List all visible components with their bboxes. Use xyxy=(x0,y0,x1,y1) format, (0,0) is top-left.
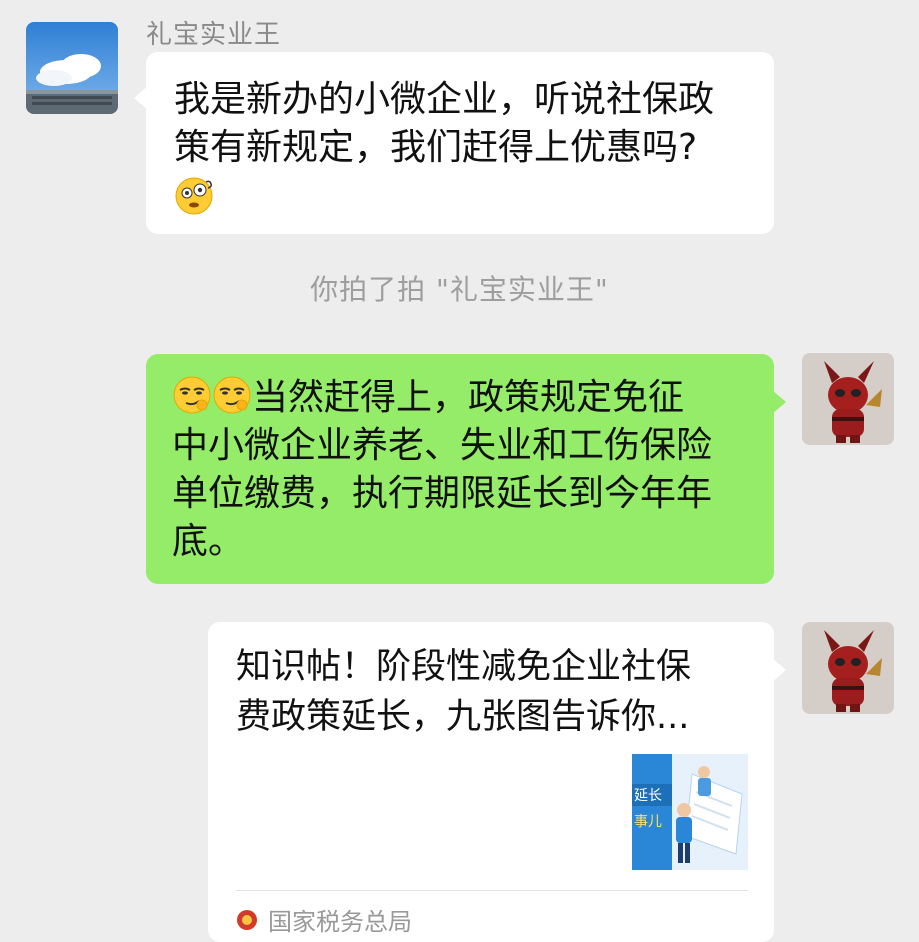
thumbnail-text: 事儿 xyxy=(634,814,662,830)
shared-article-card[interactable]: 知识帖！阶段性减免企业社保 费政策延长，九张图告诉你... 延长 事儿 国家税务… xyxy=(208,622,786,942)
article-title-line: 费政策延长，九张图告诉你... xyxy=(236,697,690,737)
article-source: 国家税务总局 xyxy=(236,902,412,937)
my-avatar[interactable] xyxy=(802,622,894,714)
smirk-face-emoji-icon xyxy=(172,375,212,415)
emblem-icon xyxy=(236,909,258,931)
thinking-face-emoji-icon xyxy=(174,176,214,216)
message-text-line: 当然赶得上，政策规定免征 xyxy=(252,377,685,418)
sender-name: 礼宝实业王 xyxy=(146,20,282,50)
message-text-line: 我是新办的小微企业，听说社保政 xyxy=(174,79,715,120)
incoming-message-bubble[interactable]: 我是新办的小微企业，听说社保政 策有新规定，我们赶得上优惠吗? xyxy=(134,52,774,234)
thumbnail-text: 延长 xyxy=(634,788,662,804)
article-title: 知识帖！阶段性减免企业社保 费政策延长，九张图告诉你... xyxy=(236,642,746,742)
article-title-line: 知识帖！阶段性减免企业社保 xyxy=(236,647,692,687)
card-divider xyxy=(236,890,748,891)
message-text-line: 底。 xyxy=(172,521,245,562)
outgoing-message-bubble[interactable]: 当然赶得上，政策规定免征 中小微企业养老、失业和工伤保险 单位缴费，执行期限延长… xyxy=(146,354,786,584)
message-text-line: 策有新规定，我们赶得上优惠吗? xyxy=(174,127,698,168)
source-name: 国家税务总局 xyxy=(268,908,412,936)
my-avatar[interactable] xyxy=(802,353,894,445)
article-thumbnail: 延长 事儿 xyxy=(632,754,748,870)
message-text-line: 单位缴费，执行期限延长到今年年 xyxy=(172,473,713,514)
pat-system-message: 你拍了拍 "礼宝实业王" xyxy=(310,273,609,306)
message-text-line: 中小微企业养老、失业和工伤保险 xyxy=(172,425,713,466)
smirk-face-emoji-icon xyxy=(212,375,252,415)
sender-avatar[interactable] xyxy=(26,22,118,114)
